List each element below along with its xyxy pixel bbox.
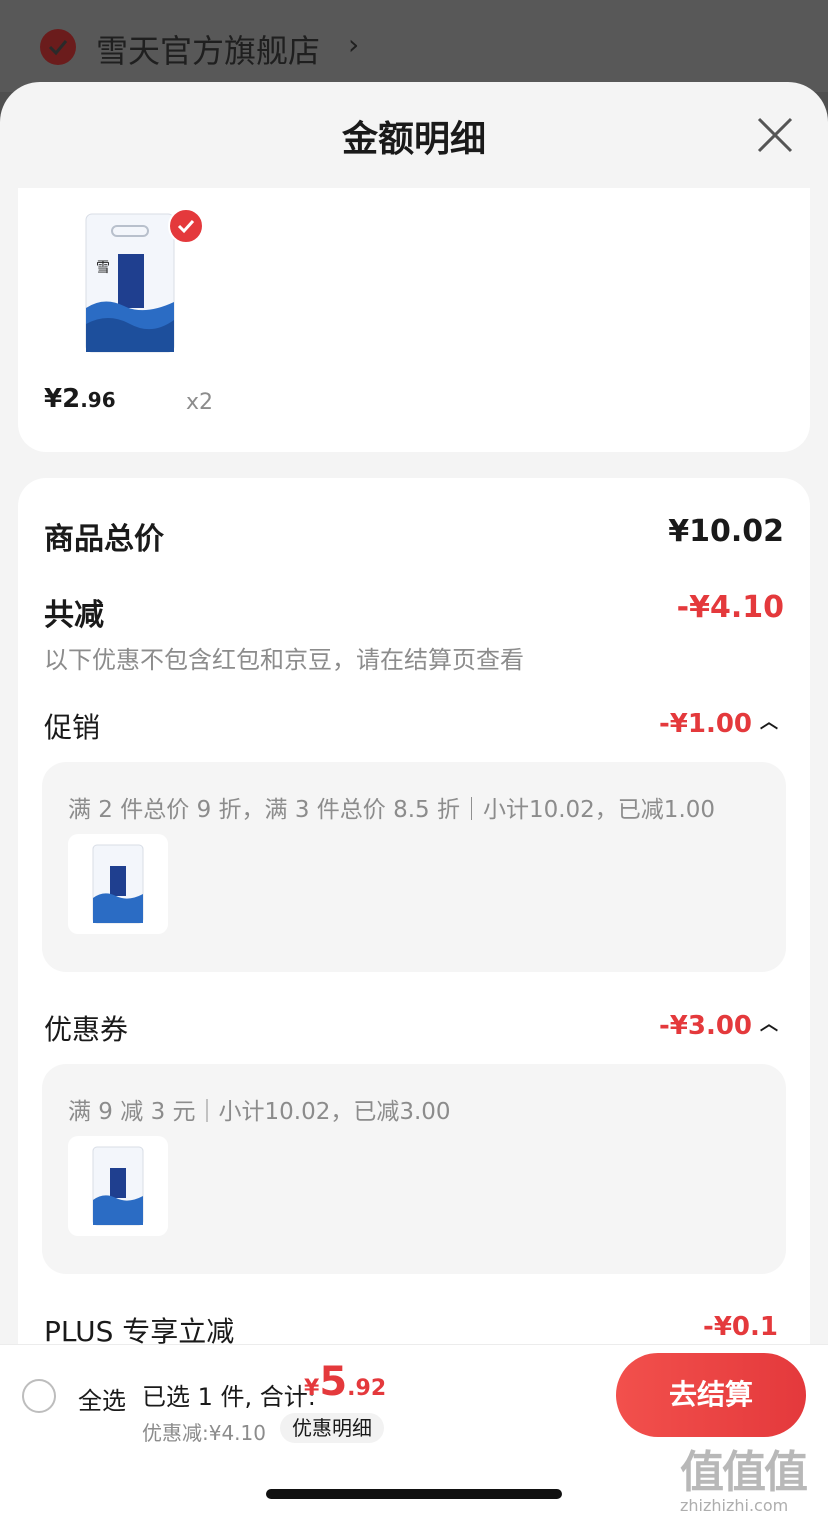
- plus-value: -¥0.1: [703, 1312, 778, 1342]
- select-all-label[interactable]: 全选: [78, 1381, 126, 1416]
- discount-detail-button[interactable]: 优惠明细: [280, 1413, 384, 1443]
- coupon-detail-box: 满 9 减 3 元｜小计10.02，已减3.00: [42, 1064, 786, 1274]
- coupon-label: 优惠券: [44, 1013, 129, 1046]
- discount-note: 以下优惠不包含红包和京豆，请在结算页查看: [44, 646, 524, 674]
- selected-count: 已选 1 件, 合计:: [142, 1383, 316, 1411]
- reduce-value: -¥4.10: [676, 590, 784, 625]
- store-header: 雪天官方旗舰店 ›: [0, 0, 828, 92]
- product-image[interactable]: 雪: [84, 212, 176, 354]
- checkout-button[interactable]: 去结算: [616, 1353, 806, 1437]
- coupon-toggle[interactable]: -¥3.00 ︿: [659, 1010, 778, 1041]
- coupon-detail: 满 9 减 3 元｜小计10.02，已减3.00: [68, 1099, 451, 1125]
- select-all-radio[interactable]: [22, 1379, 56, 1413]
- svg-text:雪: 雪: [96, 260, 110, 276]
- total-dec: .92: [347, 1376, 387, 1401]
- total-int: 5: [319, 1359, 348, 1405]
- total-value: ¥10.02: [668, 514, 784, 549]
- product-quantity: x2: [186, 390, 214, 415]
- promotion-detail: 满 2 件总价 9 折，满 3 件总价 8.5 折｜小计10.02，已减1.00: [68, 797, 716, 823]
- store-name[interactable]: 雪天官方旗舰店: [96, 26, 320, 72]
- promotion-product-thumb[interactable]: [68, 834, 168, 934]
- chevron-up-icon: ︿: [760, 1014, 778, 1035]
- discount-summary: 优惠减:¥4.10: [142, 1421, 266, 1445]
- promotion-value: -¥1.00: [658, 709, 752, 739]
- amount-detail-sheet: 金额明细 雪 ¥2.96 x2 商品总价 ¥10.02 共减 -¥4.10 以下…: [0, 82, 828, 1516]
- coupon-product-thumb[interactable]: [68, 1136, 168, 1236]
- product-price-int: ¥2: [44, 384, 81, 414]
- product-card: 雪 ¥2.96 x2: [18, 188, 810, 452]
- sheet-title: 金额明细: [341, 119, 486, 160]
- promotion-toggle[interactable]: -¥1.00 ︿: [659, 708, 778, 739]
- product-price-dec: .96: [80, 388, 116, 412]
- promotion-detail-box: 满 2 件总价 9 折，满 3 件总价 8.5 折｜小计10.02，已减1.00: [42, 762, 786, 972]
- total-amount: ¥5.92: [304, 1359, 386, 1405]
- total-yen: ¥: [304, 1376, 320, 1401]
- close-icon[interactable]: [756, 116, 794, 154]
- product-check-icon[interactable]: [168, 208, 204, 244]
- home-indicator: [266, 1489, 562, 1499]
- watermark-glyphs: 值值值: [680, 1447, 808, 1498]
- total-label: 商品总价: [44, 522, 164, 557]
- watermark: 值值值 zhizhizhi.com: [680, 1436, 820, 1515]
- store-chevron-icon[interactable]: ›: [348, 28, 359, 61]
- promotion-label: 促销: [44, 711, 101, 744]
- reduce-label: 共减: [44, 598, 104, 633]
- store-check-icon[interactable]: [40, 29, 76, 65]
- product-price: ¥2.96: [44, 384, 116, 414]
- coupon-value: -¥3.00: [658, 1011, 752, 1041]
- chevron-up-icon: ︿: [760, 712, 778, 733]
